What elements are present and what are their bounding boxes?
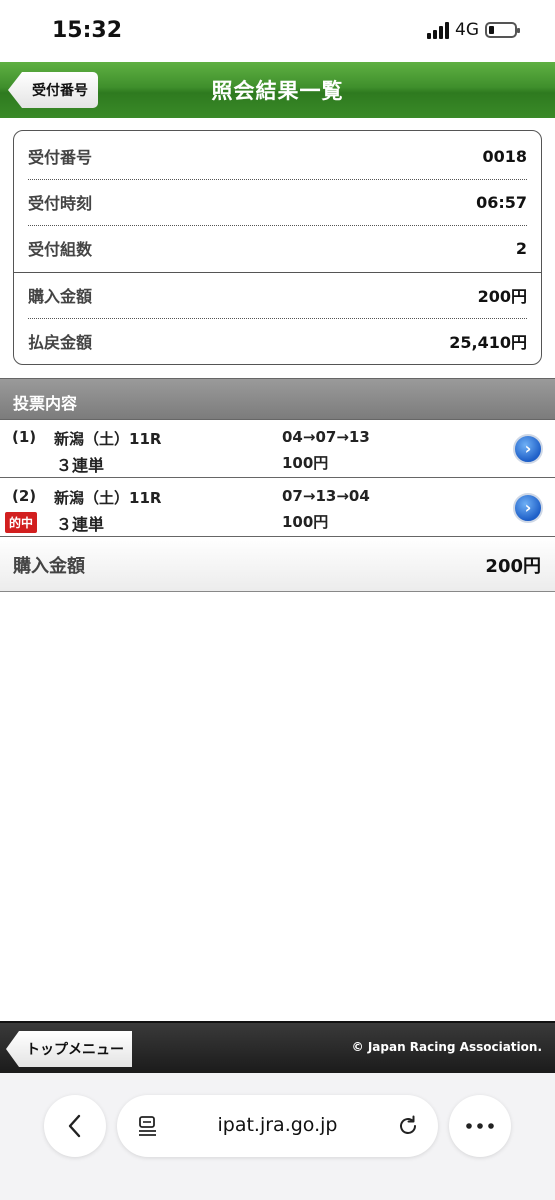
summary-row-receipt-time: 受付時刻 06:57: [28, 179, 527, 225]
summary-label: 受付組数: [28, 240, 93, 259]
total-label: 購入金額: [13, 556, 85, 577]
section-header-bet-contents: 投票内容: [0, 378, 555, 420]
bet-amount: 100円: [282, 454, 329, 472]
browser-toolbar: ipat.jra.go.jp: [0, 1073, 555, 1200]
bet-number: (1): [12, 428, 37, 446]
chevron-right-circle-icon[interactable]: ›: [513, 493, 543, 523]
url-bar[interactable]: ipat.jra.go.jp: [117, 1095, 438, 1157]
status-time: 15:32: [52, 18, 123, 43]
top-menu-button[interactable]: トップメニュー: [6, 1031, 132, 1067]
summary-row-set-count: 受付組数 2: [28, 225, 527, 271]
summary-row-payout-amount: 払戻金額 25,410円: [28, 318, 527, 364]
app-header: 受付番号 照会結果一覧: [0, 62, 555, 118]
signal-icon: [427, 21, 449, 39]
summary-value: 2: [515, 238, 527, 258]
summary-label: 払戻金額: [28, 333, 93, 352]
bet-number: (2): [12, 487, 37, 505]
summary-value: 0018: [482, 146, 527, 166]
more-icon: [449, 1095, 511, 1157]
copyright-text: © Japan Racing Association.: [351, 1040, 542, 1054]
total-value: 200円: [485, 556, 541, 577]
reload-icon[interactable]: [396, 1114, 420, 1138]
receipt-summary-card: 受付番号 0018 受付時刻 06:57 受付組数 2 購入金額 200円 払戻…: [13, 130, 542, 365]
section-title: 投票内容: [13, 394, 78, 413]
url-text: ipat.jra.go.jp: [217, 1114, 338, 1136]
app-footer: トップメニュー © Japan Racing Association.: [0, 1021, 555, 1073]
chevron-left-icon: [44, 1095, 106, 1157]
bet-amount: 100円: [282, 513, 329, 531]
browser-back-button[interactable]: [44, 1095, 106, 1157]
bet-race: 新潟（土）11R: [54, 489, 162, 507]
summary-row-receipt-number: 受付番号 0018: [28, 133, 527, 179]
page-title: 照会結果一覧: [211, 79, 344, 103]
bet-combination: 04→07→13: [282, 428, 370, 446]
bet-combination: 07→13→04: [282, 487, 370, 505]
bet-row[interactable]: (2) 新潟（土）11R 的中 ３連単 07→13→04 100円 ›: [0, 479, 555, 537]
summary-label: 受付番号: [28, 148, 93, 167]
status-bar: 15:32 4G: [0, 0, 555, 62]
status-indicators: 4G: [427, 20, 520, 40]
bet-type: ３連単: [56, 515, 105, 534]
hit-badge: 的中: [5, 512, 38, 533]
summary-value: 06:57: [476, 192, 527, 212]
summary-value: 25,410円: [449, 333, 527, 352]
summary-label: 受付時刻: [28, 194, 93, 213]
summary-row-purchase-amount: 購入金額 200円: [28, 272, 527, 318]
network-type: 4G: [455, 20, 479, 40]
bet-race: 新潟（土）11R: [54, 430, 162, 448]
summary-label: 購入金額: [28, 287, 93, 306]
browser-more-button[interactable]: [449, 1095, 511, 1157]
chevron-right-circle-icon[interactable]: ›: [513, 434, 543, 464]
summary-value: 200円: [477, 287, 527, 306]
total-purchase-row: 購入金額 200円: [0, 537, 555, 592]
bet-row[interactable]: (1) 新潟（土）11R ３連単 04→07→13 100円 ›: [0, 420, 555, 478]
bet-type: ３連単: [56, 456, 105, 475]
battery-icon: [485, 22, 520, 38]
